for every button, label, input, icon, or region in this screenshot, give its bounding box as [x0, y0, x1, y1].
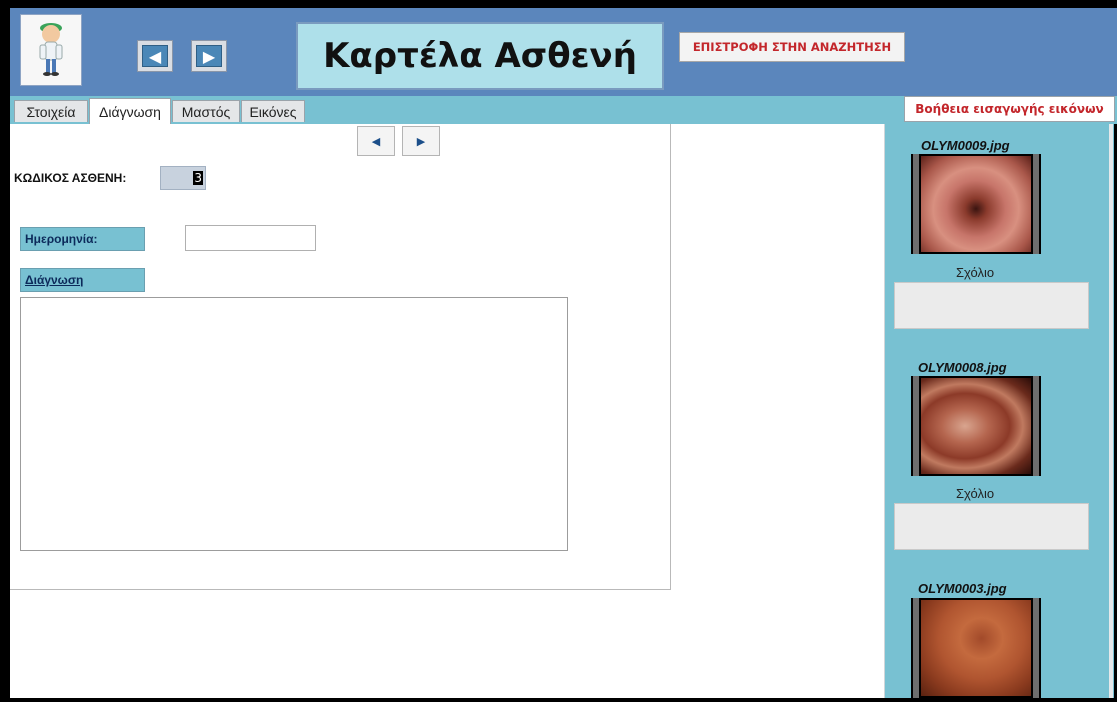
tab-images[interactable]: Εικόνες [241, 100, 305, 122]
image-thumbnail[interactable] [911, 376, 1041, 476]
image-import-help-button[interactable]: Βοήθεια εισαγωγής εικόνων [904, 96, 1115, 122]
thumbnail-border [913, 598, 919, 698]
forward-button[interactable]: ▶ [191, 40, 227, 72]
comment-label: Σχόλιο [956, 265, 995, 280]
comment-field[interactable] [894, 282, 1089, 329]
image-filename: OLYM0009.jpg [921, 138, 1010, 153]
diagnosis-label: Διάγνωση [20, 268, 145, 292]
triangle-right-icon: ▶ [416, 134, 426, 148]
patient-code-value: 3 [193, 171, 203, 185]
tab-diagnosis[interactable]: Διάγνωση [89, 98, 171, 124]
thumbnail-border [913, 376, 919, 476]
triangle-left-icon: ◀ [371, 134, 381, 148]
thumbnail-border [1033, 154, 1039, 254]
image-filename: OLYM0003.jpg [918, 581, 1007, 596]
next-record-button[interactable]: ▶ [402, 126, 440, 156]
patient-code-label: ΚΩΔΙΚΟΣ ΑΣΘΕΝΗ: [14, 171, 127, 185]
tab-breast[interactable]: Μαστός [172, 100, 240, 122]
thumbnail-border [1033, 376, 1039, 476]
comment-field[interactable] [894, 503, 1089, 550]
tab-details[interactable]: Στοιχεία [14, 100, 88, 122]
back-button[interactable]: ◀ [137, 40, 173, 72]
arrow-left-icon: ◀ [142, 45, 168, 67]
image-thumbnail[interactable] [911, 598, 1041, 698]
thumbnail-border [1033, 598, 1039, 698]
sidebar-scrollbar[interactable] [1109, 124, 1113, 698]
doctor-icon [20, 14, 82, 86]
endoscopy-image [921, 378, 1031, 474]
endoscopy-image [921, 156, 1031, 252]
image-filename: OLYM0008.jpg [918, 360, 1007, 375]
comment-label: Σχόλιο [956, 486, 995, 501]
patient-code-field[interactable]: 3 [160, 166, 206, 190]
diagnosis-textarea[interactable] [20, 297, 568, 551]
thumbnail-border [913, 154, 919, 254]
date-field[interactable] [185, 225, 316, 251]
return-to-search-button[interactable]: ΕΠΙΣΤΡΟΦΗ ΣΤΗΝ ΑΝΑΖΗΤΗΣΗ [679, 32, 905, 62]
image-thumbnail[interactable] [911, 154, 1041, 254]
date-label: Ημερομηνία: [20, 227, 145, 251]
endoscopy-image [921, 600, 1031, 696]
page-title: Καρτέλα Ασθενή [296, 22, 664, 90]
previous-record-button[interactable]: ◀ [357, 126, 395, 156]
arrow-right-icon: ▶ [196, 45, 222, 67]
